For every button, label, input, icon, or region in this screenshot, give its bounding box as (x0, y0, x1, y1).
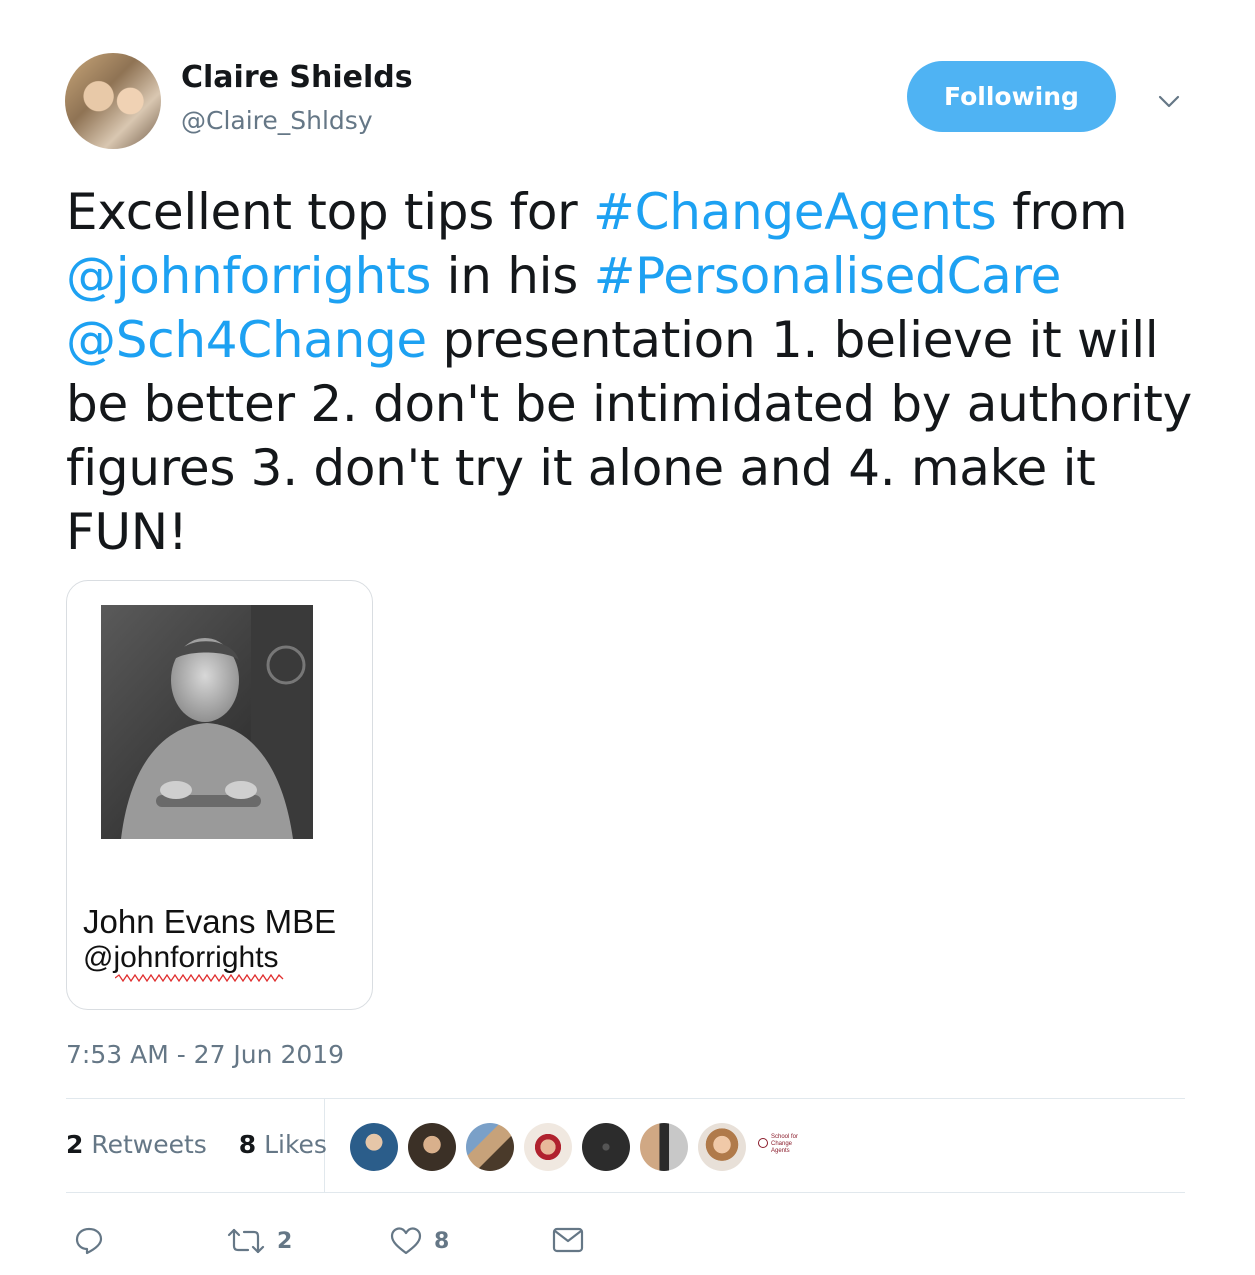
mention-link[interactable]: @johnforrights (66, 247, 431, 305)
school-for-change-agents-logo[interactable]: School for Change Agents (758, 1132, 808, 1158)
mention-link[interactable]: @Sch4Change (66, 311, 427, 369)
retweet-count: 2 (277, 1228, 293, 1254)
heart-icon (390, 1227, 422, 1255)
following-button[interactable]: Following (907, 61, 1116, 132)
liker-avatar[interactable] (408, 1123, 456, 1171)
liker-avatar[interactable] (640, 1123, 688, 1171)
author-name[interactable]: Claire Shields (181, 60, 413, 95)
divider-bottom (66, 1192, 1185, 1193)
tweet-text-segment: Excellent top tips for (66, 183, 594, 241)
reply-icon (75, 1227, 103, 1255)
card-name: John Evans MBE (83, 903, 337, 940)
embedded-card[interactable]: John Evans MBE @johnforrights (66, 580, 373, 1010)
card-handle: @johnforrights (83, 941, 279, 974)
chevron-down-icon[interactable] (1156, 88, 1182, 114)
likes-stat[interactable]: 8 Likes (239, 1130, 327, 1159)
divider-top (66, 1098, 1185, 1099)
profile-photo (101, 605, 313, 839)
retweets-stat[interactable]: 2 Retweets (66, 1130, 207, 1159)
tweet-text: Excellent top tips for #ChangeAgents fro… (66, 180, 1196, 564)
portrait-image (101, 605, 313, 839)
reply-button[interactable] (74, 1226, 104, 1256)
engagement-stats: 2 Retweets 8 Likes (66, 1130, 327, 1159)
retweet-button[interactable]: 2 (227, 1226, 292, 1256)
tweet-text-segment: from (996, 183, 1128, 241)
tweet-timestamp[interactable]: 7:53 AM - 27 Jun 2019 (66, 1040, 344, 1069)
liker-avatar[interactable] (466, 1123, 514, 1171)
liker-avatar[interactable] (350, 1123, 398, 1171)
hashtag-link[interactable]: #PersonalisedCare (594, 247, 1062, 305)
liker-avatar[interactable] (524, 1123, 572, 1171)
hashtag-link[interactable]: #ChangeAgents (593, 183, 997, 241)
retweet-icon (227, 1228, 265, 1254)
spellcheck-underline (115, 974, 284, 982)
direct-message-button[interactable] (552, 1226, 584, 1254)
like-count: 8 (434, 1228, 450, 1254)
tweet-text-segment: in his (431, 247, 594, 305)
envelope-icon (552, 1227, 584, 1253)
liker-avatar[interactable] (698, 1123, 746, 1171)
author-handle[interactable]: @Claire_Shldsy (181, 106, 373, 135)
liker-avatar[interactable] (582, 1123, 630, 1171)
like-button[interactable]: 8 (390, 1226, 449, 1256)
author-avatar[interactable] (65, 53, 161, 149)
